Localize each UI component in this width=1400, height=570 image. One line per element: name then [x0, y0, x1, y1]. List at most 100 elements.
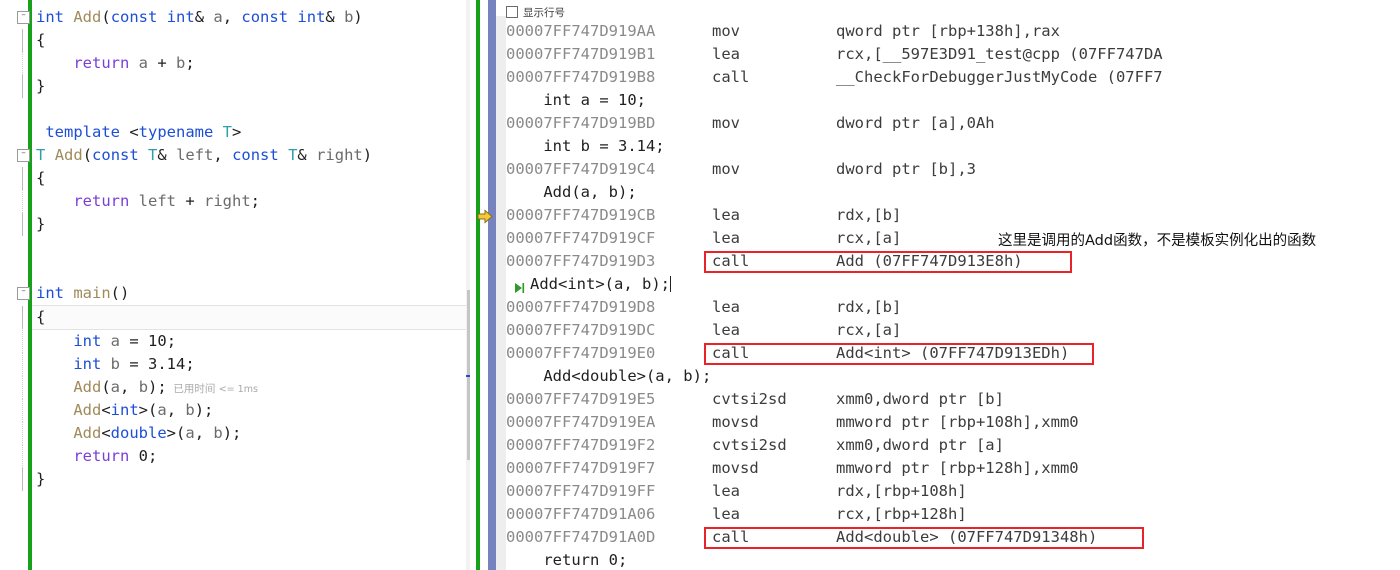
- code-token: (: [82, 146, 93, 164]
- disassembly-listing[interactable]: 00007FF747D919AA mov qword ptr [rbp+138h],…: [477, 20, 1400, 570]
- indent-guide: [22, 190, 23, 213]
- code-token: int: [297, 8, 326, 26]
- collapse-toggle-icon[interactable]: [17, 11, 30, 24]
- instruction-address: 00007FF747D919BD: [506, 114, 656, 132]
- code-token: int: [36, 8, 64, 26]
- source-line[interactable]: template <typename T>: [32, 121, 470, 144]
- code-token: T: [36, 146, 46, 164]
- source-line[interactable]: [32, 236, 470, 259]
- disassembly-instruction-row[interactable]: 00007FF747D919C4 mov dword ptr [b],3: [506, 158, 1400, 181]
- disassembly-instruction-row[interactable]: 00007FF747D919B1 lea rcx,[__597E3D91_test@…: [506, 43, 1400, 66]
- instruction-mnemonic: lea: [712, 206, 740, 224]
- disassembly-source-row[interactable]: int a = 10;: [506, 89, 1400, 112]
- collapse-toggle-icon[interactable]: [17, 287, 30, 300]
- code-token: int: [73, 355, 102, 373]
- disassembly-instruction-row[interactable]: 00007FF747D919CB lea rdx,[b]: [477, 204, 1400, 227]
- source-line[interactable]: {: [22, 29, 470, 52]
- collapse-toggle-icon[interactable]: [17, 149, 30, 162]
- instruction-mnemonic: cvtsi2sd: [712, 436, 787, 454]
- source-line[interactable]: }: [22, 468, 470, 491]
- source-line[interactable]: Add<int>(a, b);: [22, 399, 470, 422]
- disassembly-source-row[interactable]: return 0;: [506, 549, 1400, 570]
- code-token: ,: [120, 378, 139, 396]
- source-line[interactable]: int a = 10;: [22, 330, 470, 353]
- source-line[interactable]: int main(): [17, 282, 470, 305]
- disassembly-instruction-row[interactable]: 00007FF747D91A0D call Add<double> (07FF747…: [506, 526, 1400, 549]
- source-line[interactable]: int Add(const int& a, const int& b): [17, 6, 470, 29]
- disassembly-instruction-row[interactable]: 00007FF747D919B8 call __CheckForDebuggerJu…: [506, 66, 1400, 89]
- disassembly-instruction-row[interactable]: 00007FF747D919EA movsd mmword ptr [rbp+108…: [506, 411, 1400, 434]
- code-token: return: [73, 192, 130, 210]
- disassembly-instruction-row[interactable]: 00007FF747D919BD mov dword ptr [a],0Ah: [506, 112, 1400, 135]
- disassembly-instruction-row[interactable]: 00007FF747D919E5 cvtsi2sd xmm0,dword ptr […: [506, 388, 1400, 411]
- code-token: (): [110, 284, 130, 302]
- disassembly-instruction-row[interactable]: 00007FF747D919E0 call Add<int> (07FF747D91…: [506, 342, 1400, 365]
- instruction-operands: Add (07FF747D913E8h): [836, 252, 1023, 270]
- show-line-numbers-row[interactable]: 显示行号: [506, 4, 565, 20]
- disassembly-instruction-row[interactable]: 00007FF747D91A06 lea rcx,[rbp+128h]: [506, 503, 1400, 526]
- source-code-area[interactable]: int Add(const int& a, const int& b){ ret…: [17, 0, 470, 570]
- code-token: right: [316, 146, 363, 164]
- disassembly-source-row[interactable]: Add<int>(a, b);: [506, 273, 1400, 296]
- source-line[interactable]: return a + b;: [22, 52, 470, 75]
- disassembly-instruction-row[interactable]: 00007FF747D919D3 call Add (07FF747D913E8h): [506, 250, 1400, 273]
- code-token: <: [101, 424, 111, 442]
- instruction-operands: rcx,[__597E3D91_test@cpp (07FF747DA: [836, 45, 1163, 63]
- disassembly-instruction-row[interactable]: 00007FF747D919D8 lea rdx,[b]: [506, 296, 1400, 319]
- instruction-address: 00007FF747D919D8: [506, 298, 656, 316]
- code-token: ;: [148, 447, 158, 465]
- disassembly-source-row[interactable]: Add(a, b);: [506, 181, 1400, 204]
- instruction-mnemonic: call: [712, 252, 750, 270]
- source-line[interactable]: [32, 259, 470, 282]
- step-into-marker-icon[interactable]: [513, 278, 525, 293]
- show-line-numbers-label: 显示行号: [523, 6, 565, 19]
- annotation-text: 这里是调用的Add函数，不是模板实例化出的函数: [998, 233, 1317, 249]
- instruction-address: 00007FF747D919F2: [506, 436, 656, 454]
- disassembly-source-row[interactable]: Add<double>(a, b);: [506, 365, 1400, 388]
- instruction-address: 00007FF747D919CF: [506, 229, 656, 247]
- instruction-operands: xmm0,dword ptr [a]: [836, 436, 1004, 454]
- instruction-mnemonic: mov: [712, 114, 740, 132]
- code-token: ,: [213, 146, 233, 164]
- code-token: const: [241, 8, 289, 26]
- disassembly-instruction-row[interactable]: 00007FF747D919AA mov qword ptr [rbp+138h],…: [506, 20, 1400, 43]
- code-token: =: [120, 332, 149, 350]
- source-editor-pane[interactable]: int Add(const int& a, const int& b){ ret…: [0, 0, 470, 570]
- code-token: );: [148, 378, 167, 396]
- instruction-operands: rcx,[a]: [836, 229, 902, 247]
- disassembly-instruction-row[interactable]: 00007FF747D919DC lea rcx,[a]: [506, 319, 1400, 342]
- source-line[interactable]: Add(a, b); 已用时间 <= 1ms: [22, 376, 470, 399]
- code-token: const: [92, 146, 139, 164]
- code-token: &: [325, 8, 345, 26]
- source-line[interactable]: }: [22, 213, 470, 236]
- source-line[interactable]: }: [22, 75, 470, 98]
- editor-outline-gutter[interactable]: [0, 0, 28, 570]
- source-line[interactable]: return 0;: [22, 445, 470, 468]
- disassembly-source-row[interactable]: int b = 3.14;: [506, 135, 1400, 158]
- embedded-source-text: int b = 3.14;: [506, 137, 665, 155]
- source-line[interactable]: T Add(const T& left, const T& right): [17, 144, 470, 167]
- code-token: a: [138, 54, 149, 72]
- source-line[interactable]: Add<double>(a, b);: [22, 422, 470, 445]
- source-line[interactable]: {: [22, 167, 470, 190]
- source-line[interactable]: return left + right;: [22, 190, 470, 213]
- source-line[interactable]: {: [22, 305, 470, 330]
- instruction-mnemonic: cvtsi2sd: [712, 390, 787, 408]
- instruction-address: 00007FF747D919DC: [506, 321, 656, 339]
- disassembly-instruction-row[interactable]: 00007FF747D919F2 cvtsi2sd xmm0,dword ptr […: [506, 434, 1400, 457]
- disassembly-instruction-row[interactable]: 00007FF747D919F7 movsd mmword ptr [rbp+128…: [506, 457, 1400, 480]
- code-token: int: [110, 401, 139, 419]
- disassembly-breakpoint-gutter[interactable]: [496, 16, 506, 570]
- disassembly-pane[interactable]: 显示行号 00007FF747D919AA mov qword ptr [rbp+1…: [470, 0, 1400, 570]
- source-line[interactable]: [32, 98, 470, 121]
- show-line-numbers-checkbox[interactable]: [506, 6, 518, 18]
- source-line[interactable]: int b = 3.14;: [22, 353, 470, 376]
- disassembly-instruction-row[interactable]: 00007FF747D919FF lea rdx,[rbp+108h]: [506, 480, 1400, 503]
- embedded-source-text: return 0;: [506, 551, 628, 569]
